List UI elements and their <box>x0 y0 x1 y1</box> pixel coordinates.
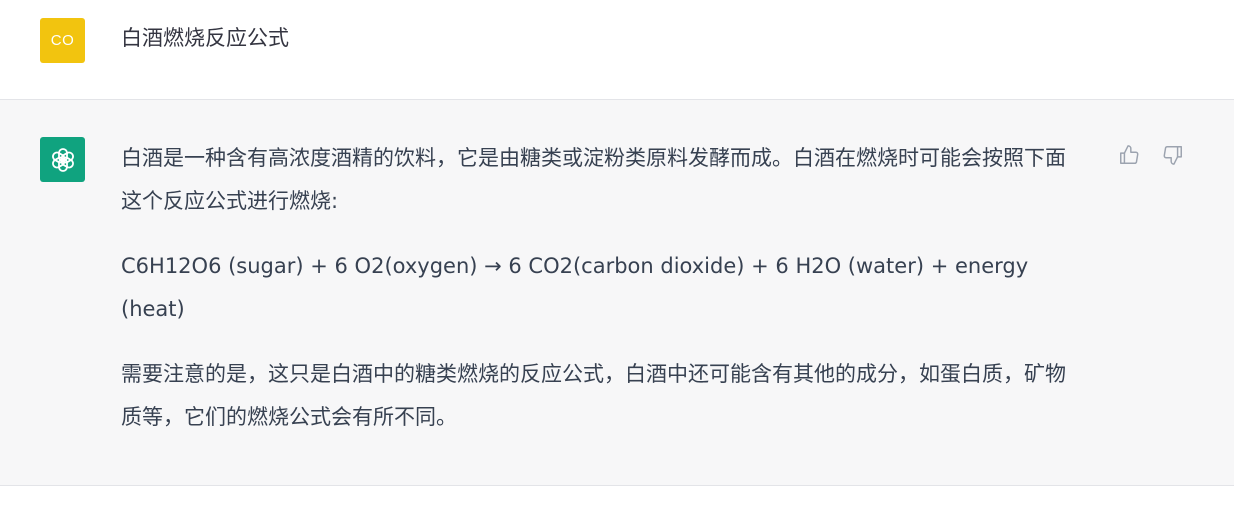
user-message-row: CO 白酒燃烧反应公式 <box>0 0 1234 100</box>
assistant-message-row: 白酒是一种含有高浓度酒精的饮料，它是由糖类或淀粉类原料发酵而成。白酒在燃烧时可能… <box>0 100 1234 486</box>
thumbs-up-button[interactable] <box>1116 142 1142 168</box>
user-message-text: 白酒燃烧反应公式 <box>121 26 289 50</box>
feedback-buttons <box>1116 142 1186 168</box>
user-avatar-initials: CO <box>50 32 75 49</box>
assistant-avatar <box>40 137 85 182</box>
thumbs-down-button[interactable] <box>1160 142 1186 168</box>
thumbs-up-icon <box>1120 145 1139 164</box>
assistant-answer: 白酒是一种含有高浓度酒精的饮料，它是由糖类或淀粉类原料发酵而成。白酒在燃烧时可能… <box>121 137 1086 439</box>
answer-paragraph-intro: 白酒是一种含有高浓度酒精的饮料，它是由糖类或淀粉类原料发酵而成。白酒在燃烧时可能… <box>121 146 1066 213</box>
user-avatar: CO <box>40 18 85 63</box>
thumbs-down-icon <box>1163 146 1182 165</box>
openai-logo-icon <box>51 147 74 172</box>
answer-paragraph-formula: C6H12O6 (sugar) + 6 O2(oxygen) → 6 CO2(c… <box>121 254 1029 321</box>
answer-paragraph-note: 需要注意的是，这只是白酒中的糖类燃烧的反应公式，白酒中还可能含有其他的成分，如蛋… <box>121 362 1066 429</box>
